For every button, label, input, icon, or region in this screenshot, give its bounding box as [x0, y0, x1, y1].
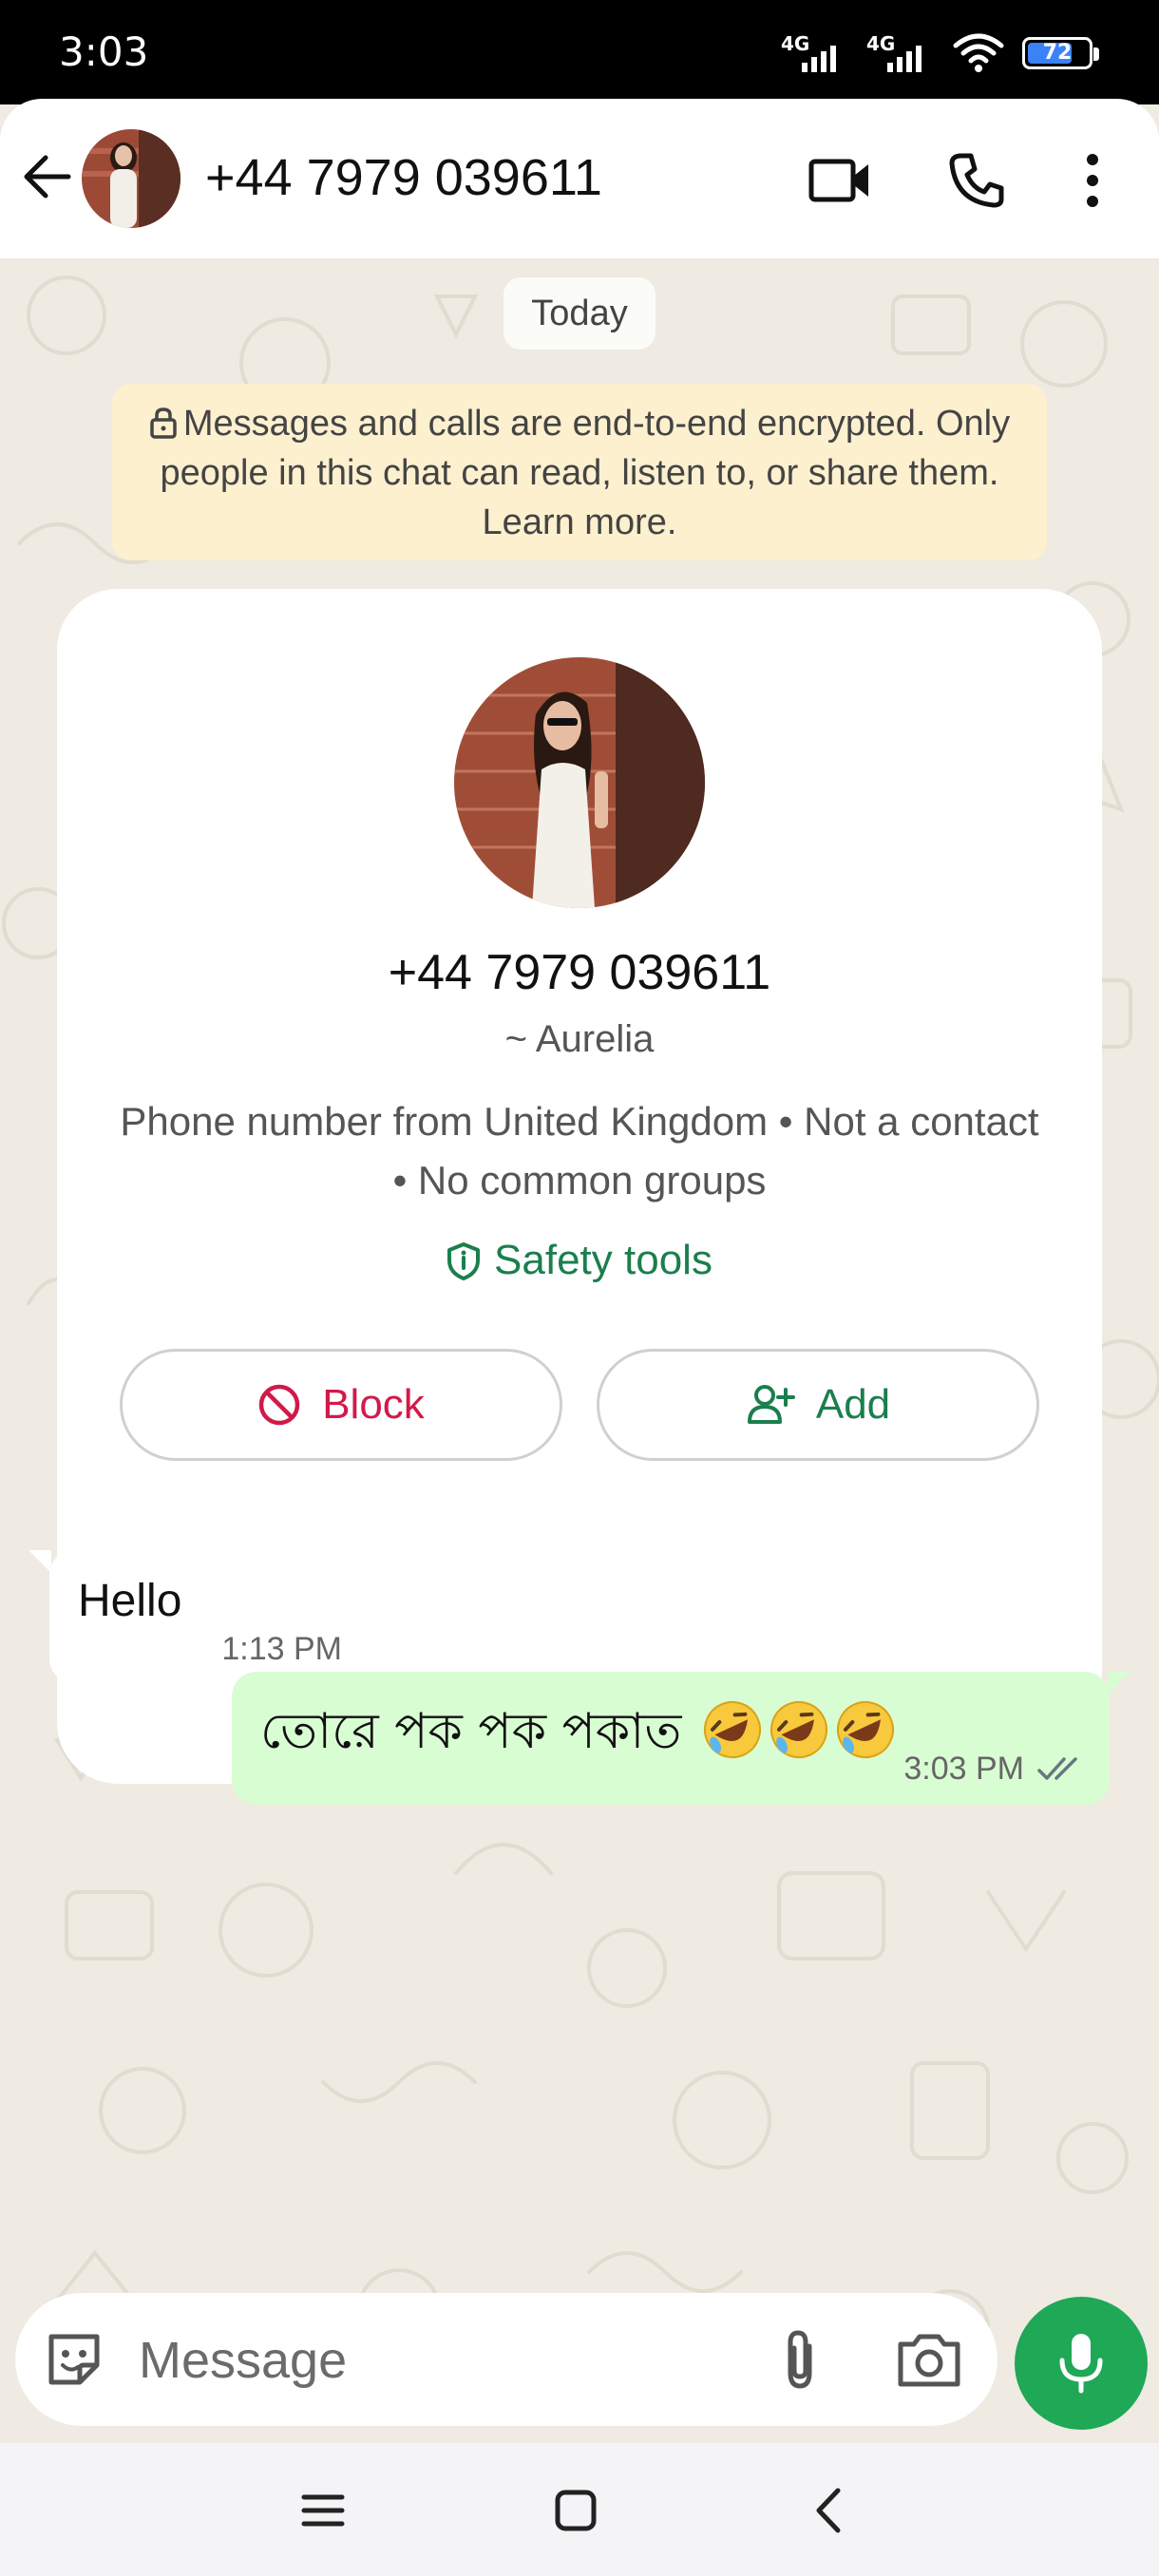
- recent-apps-button[interactable]: [285, 2477, 361, 2544]
- rofl-emoji-icon: [836, 1701, 894, 1758]
- shield-icon: [447, 1242, 481, 1280]
- more-options-button[interactable]: [1064, 148, 1121, 213]
- system-navigation-bar: [0, 2443, 1159, 2576]
- voice-call-button[interactable]: [944, 148, 1009, 213]
- back-button[interactable]: [17, 146, 78, 207]
- rofl-emoji-icon: [770, 1701, 827, 1758]
- lock-icon: [150, 407, 177, 439]
- message-input[interactable]: [137, 2321, 749, 2399]
- battery-level: 72: [1042, 41, 1073, 65]
- contact-info-text: Phone number from United Kingdom • Not a…: [120, 1099, 1039, 1203]
- block-icon: [258, 1384, 300, 1426]
- attach-icon[interactable]: [766, 2325, 834, 2394]
- safety-tools-link[interactable]: Safety tools: [57, 1237, 1102, 1284]
- message-incoming[interactable]: Hello 1:13 PM: [28, 1550, 365, 1683]
- status-time: 3:03: [59, 28, 149, 75]
- message-text-wrapper: তোরে পক পক পকাত: [260, 1693, 897, 1775]
- double-check-icon: [1037, 1756, 1077, 1780]
- more-vert-icon: [1087, 154, 1098, 207]
- add-person-icon: [747, 1385, 795, 1424]
- header-title[interactable]: +44 7979 039611: [205, 148, 602, 207]
- message-text: Hello: [78, 1576, 182, 1626]
- safety-tools-label: Safety tools: [494, 1237, 712, 1283]
- voice-message-button[interactable]: [1015, 2297, 1148, 2430]
- contact-avatar-large[interactable]: [454, 657, 705, 908]
- chat-header: +44 7979 039611: [0, 99, 1159, 258]
- home-button[interactable]: [538, 2477, 614, 2544]
- signal-icon: 4G: [866, 32, 940, 74]
- contact-avatar[interactable]: [82, 129, 180, 228]
- chat-area[interactable]: Today Messages and calls are end-to-end …: [0, 258, 1159, 2443]
- message-text: তোরে পক পক পকাত: [260, 1703, 682, 1760]
- chevron-left-icon: [816, 2488, 841, 2533]
- wifi-icon: [953, 33, 1004, 72]
- add-label: Add: [815, 1381, 891, 1428]
- message-meta: 3:03 PM: [903, 1751, 1087, 1788]
- block-label: Block: [322, 1381, 425, 1428]
- camera-icon[interactable]: [893, 2325, 965, 2394]
- contact-phone: +44 7979 039611: [388, 945, 771, 1000]
- message-time: 3:03 PM: [903, 1751, 1024, 1787]
- sticker-icon[interactable]: [42, 2327, 106, 2392]
- rofl-emoji-icon: [703, 1701, 761, 1758]
- status-bar: 3:03 4G 4G 72: [0, 0, 1159, 104]
- menu-icon: [301, 2494, 345, 2527]
- date-chip: Today: [504, 277, 656, 350]
- video-call-button[interactable]: [808, 148, 872, 213]
- status-icons: 4G 4G 72: [781, 32, 1099, 74]
- message-outgoing[interactable]: তোরে পক পক পকাত 3:03 PM: [232, 1672, 1130, 1805]
- video-camera-icon: [808, 159, 868, 202]
- block-button[interactable]: Block: [120, 1349, 562, 1461]
- home-square-icon: [555, 2490, 597, 2531]
- battery-icon: 72: [1022, 37, 1099, 69]
- signal-icon: 4G: [781, 32, 855, 74]
- microphone-icon: [1059, 2334, 1103, 2394]
- message-composer: [15, 2293, 998, 2426]
- contact-push-name: ~ Aurelia: [504, 1018, 655, 1060]
- phone-icon: [949, 153, 1004, 208]
- add-contact-button[interactable]: Add: [597, 1349, 1039, 1461]
- system-back-button[interactable]: [790, 2477, 866, 2544]
- message-time: 1:13 PM: [221, 1631, 342, 1667]
- back-arrow-icon: [24, 155, 71, 199]
- encryption-notice-text: Messages and calls are end-to-end encryp…: [160, 404, 1011, 542]
- encryption-notice[interactable]: Messages and calls are end-to-end encryp…: [112, 384, 1047, 560]
